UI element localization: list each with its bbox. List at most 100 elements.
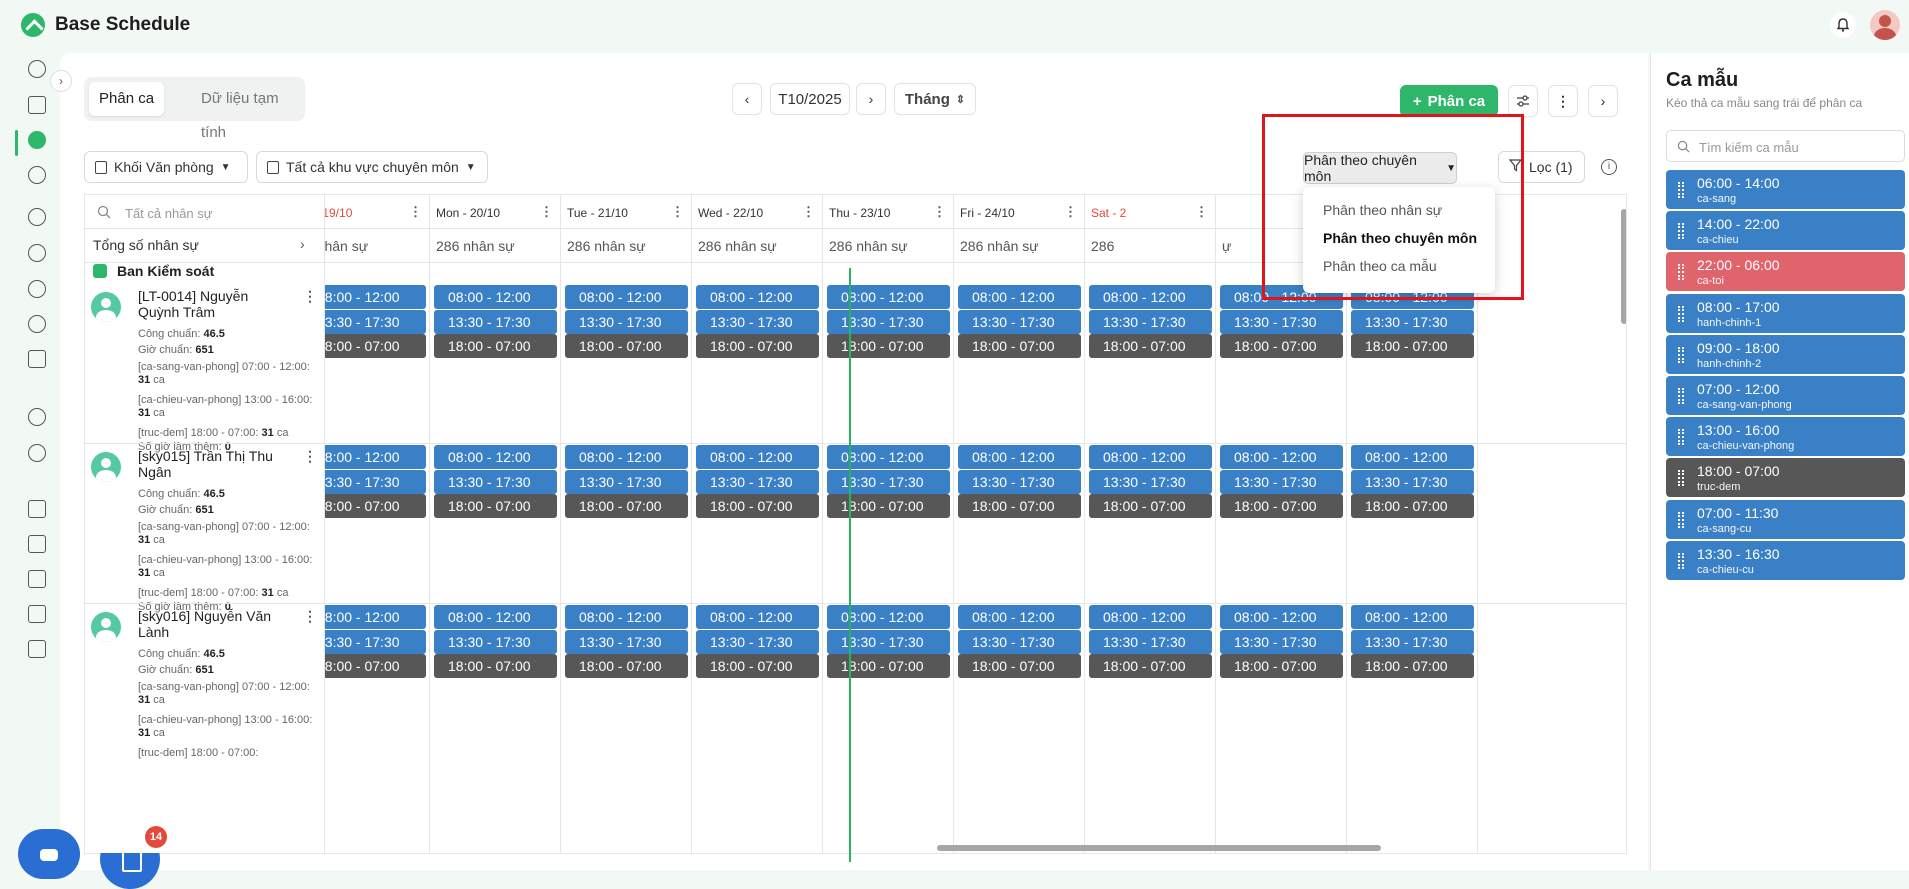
shift-template[interactable]: 06:00 - 14:00 ca-sang xyxy=(1666,170,1905,209)
employee-row[interactable]: [sky016] Nguyễn Văn Lành ⋮ Công chuẩn: 46.… xyxy=(85,608,325,766)
shift-block[interactable]: 08:00 - 12:00 xyxy=(958,285,1081,309)
shift-block[interactable]: 08:00 - 12:00 xyxy=(565,285,688,309)
shift-block[interactable]: 08:00 - 12:00 xyxy=(958,605,1081,629)
shift-block[interactable]: 13:30 - 17:30 xyxy=(1220,469,1343,494)
calendar-icon-1[interactable] xyxy=(28,500,46,518)
schedule-icon[interactable] xyxy=(28,131,46,149)
shift-block[interactable]: 08:00 - 12:00 xyxy=(696,605,819,629)
day-more-icon[interactable]: ⋮ xyxy=(802,204,815,220)
toggle-panel-chevron-icon[interactable]: › xyxy=(1588,85,1618,117)
shift-block[interactable]: 13:30 - 17:30 xyxy=(1220,309,1343,334)
drag-handle-icon[interactable] xyxy=(1678,470,1684,487)
shift-block[interactable]: 18:00 - 07:00 xyxy=(325,334,426,358)
shift-template[interactable]: 13:00 - 16:00 ca-chieu-van-phong xyxy=(1666,417,1905,457)
drag-handle-icon[interactable] xyxy=(1678,264,1684,281)
shift-block[interactable]: 18:00 - 07:00 xyxy=(1351,334,1474,358)
shift-template[interactable]: 08:00 - 17:00 hanh-chinh-1 xyxy=(1666,293,1905,333)
shift-block[interactable]: 13:30 - 17:30 xyxy=(696,629,819,654)
settings-sliders-icon[interactable] xyxy=(1508,85,1538,117)
shift-block[interactable]: 13:30 - 17:30 xyxy=(434,469,557,494)
coin-icon[interactable] xyxy=(28,280,46,298)
view-mode-select[interactable]: Tháng ⇕ xyxy=(894,83,976,115)
day-more-icon[interactable]: ⋮ xyxy=(540,204,553,220)
shift-block[interactable]: 18:00 - 07:00 xyxy=(958,334,1081,358)
shift-template[interactable]: 22:00 - 06:00 ca-toi xyxy=(1666,252,1905,292)
shift-block[interactable]: 08:00 - 12:00 xyxy=(1089,605,1212,629)
assign-shift-button[interactable]: + Phân ca xyxy=(1400,85,1498,117)
office-filter[interactable]: Khối Văn phòng ▼ xyxy=(84,151,248,183)
payment-icon[interactable] xyxy=(28,208,46,226)
calendar-icon-5[interactable] xyxy=(28,640,46,658)
grid-icon[interactable] xyxy=(28,96,46,114)
shift-template[interactable]: 14:00 - 22:00 ca-chieu xyxy=(1666,211,1905,251)
shift-block[interactable]: 13:30 - 17:30 xyxy=(434,629,557,654)
shift-block[interactable]: 13:30 - 17:30 xyxy=(1089,469,1212,494)
shift-block[interactable]: 18:00 - 07:00 xyxy=(434,494,557,518)
clock-icon[interactable] xyxy=(28,60,46,78)
employee-row[interactable]: [LT-0014] Nguyễn Quỳnh Trâm ⋮ Công chuẩn: … xyxy=(85,288,325,453)
shift-block[interactable]: 18:00 - 07:00 xyxy=(958,494,1081,518)
shift-block[interactable]: 18:00 - 07:00 xyxy=(696,494,819,518)
day-more-icon[interactable]: ⋮ xyxy=(933,204,946,220)
more-options-icon[interactable]: ⋮ xyxy=(1548,85,1578,117)
shift-block[interactable]: 13:30 - 17:30 xyxy=(696,309,819,334)
shift-template[interactable]: 18:00 - 07:00 truc-dem xyxy=(1666,458,1905,498)
shift-block[interactable]: 08:00 - 12:00 xyxy=(1351,445,1474,469)
shift-block[interactable]: 13:30 - 17:30 xyxy=(827,629,950,654)
chat-icon[interactable] xyxy=(18,829,80,879)
day-more-icon[interactable]: ⋮ xyxy=(1064,204,1077,220)
shift-block[interactable]: 08:00 - 12:00 xyxy=(565,605,688,629)
employee-more-icon[interactable]: ⋮ xyxy=(303,608,317,625)
employee-row[interactable]: [sky015] Trần Thị Thu Ngân ⋮ Công chuẩn: 4… xyxy=(85,448,325,613)
drag-handle-icon[interactable] xyxy=(1678,429,1684,446)
shift-block[interactable]: 13:30 - 17:30 xyxy=(434,309,557,334)
shift-block[interactable]: 18:00 - 07:00 xyxy=(1351,494,1474,518)
shift-block[interactable]: 08:00 - 12:00 xyxy=(434,445,557,469)
shift-block[interactable]: 18:00 - 07:00 xyxy=(565,494,688,518)
drag-handle-icon[interactable] xyxy=(1678,552,1684,569)
shift-block[interactable]: 18:00 - 07:00 xyxy=(1220,494,1343,518)
shift-block[interactable]: 13:30 - 17:30 xyxy=(958,309,1081,334)
refresh-icon[interactable] xyxy=(28,166,46,184)
shift-block[interactable]: 18:00 - 07:00 xyxy=(565,654,688,678)
shift-block[interactable]: 18:00 - 07:00 xyxy=(827,494,950,518)
shift-block[interactable]: 18:00 - 07:00 xyxy=(325,494,426,518)
day-more-icon[interactable]: ⋮ xyxy=(409,204,422,220)
employee-more-icon[interactable]: ⋮ xyxy=(303,448,317,465)
shift-block[interactable]: 13:30 - 17:30 xyxy=(325,469,426,494)
shift-block[interactable]: 13:30 - 17:30 xyxy=(1351,309,1474,334)
shift-block[interactable]: 18:00 - 07:00 xyxy=(1220,654,1343,678)
period-label[interactable]: T10/2025 xyxy=(770,83,850,115)
shift-block[interactable]: 13:30 - 17:30 xyxy=(827,469,950,494)
shift-block[interactable]: 13:30 - 17:30 xyxy=(325,629,426,654)
shift-block[interactable]: 18:00 - 07:00 xyxy=(434,334,557,358)
tab-assign[interactable]: Phân ca xyxy=(89,82,165,116)
shift-block[interactable]: 08:00 - 12:00 xyxy=(1089,285,1212,309)
shift-block[interactable]: 08:00 - 12:00 xyxy=(1220,605,1343,629)
total-employees-row[interactable]: Tổng số nhân sự › xyxy=(85,229,325,263)
day-more-icon[interactable]: ⋮ xyxy=(671,204,684,220)
shift-block[interactable]: 08:00 - 12:00 xyxy=(827,445,950,469)
notification-bell-icon[interactable] xyxy=(1830,12,1856,38)
shift-block[interactable]: 08:00 - 12:00 xyxy=(434,605,557,629)
shift-block[interactable]: 13:30 - 17:30 xyxy=(958,629,1081,654)
history-icon[interactable] xyxy=(28,315,46,333)
shift-block[interactable]: 18:00 - 07:00 xyxy=(696,654,819,678)
shift-block[interactable]: 13:30 - 17:30 xyxy=(827,309,950,334)
shift-block[interactable]: 08:00 - 12:00 xyxy=(565,445,688,469)
drag-handle-icon[interactable] xyxy=(1678,223,1684,240)
shift-block[interactable]: 08:00 - 12:00 xyxy=(696,285,819,309)
shift-block[interactable]: 08:00 - 12:00 xyxy=(325,605,426,629)
sidebar-toggle-chevron-icon[interactable]: › xyxy=(50,70,72,92)
shift-block[interactable]: 18:00 - 07:00 xyxy=(565,334,688,358)
shift-template[interactable]: 07:00 - 11:30 ca-sang-cu xyxy=(1666,499,1905,539)
shift-block[interactable]: 08:00 - 12:00 xyxy=(958,445,1081,469)
calendar-icon-2[interactable] xyxy=(28,535,46,553)
shift-block[interactable]: 18:00 - 07:00 xyxy=(434,654,557,678)
template-search-input[interactable]: Tìm kiếm ca mẫu xyxy=(1666,130,1905,162)
shift-block[interactable]: 18:00 - 07:00 xyxy=(1351,654,1474,678)
report-icon[interactable] xyxy=(28,350,46,368)
shift-block[interactable]: 08:00 - 12:00 xyxy=(827,605,950,629)
shift-block[interactable]: 18:00 - 07:00 xyxy=(1089,334,1212,358)
shift-block[interactable]: 08:00 - 12:00 xyxy=(696,445,819,469)
